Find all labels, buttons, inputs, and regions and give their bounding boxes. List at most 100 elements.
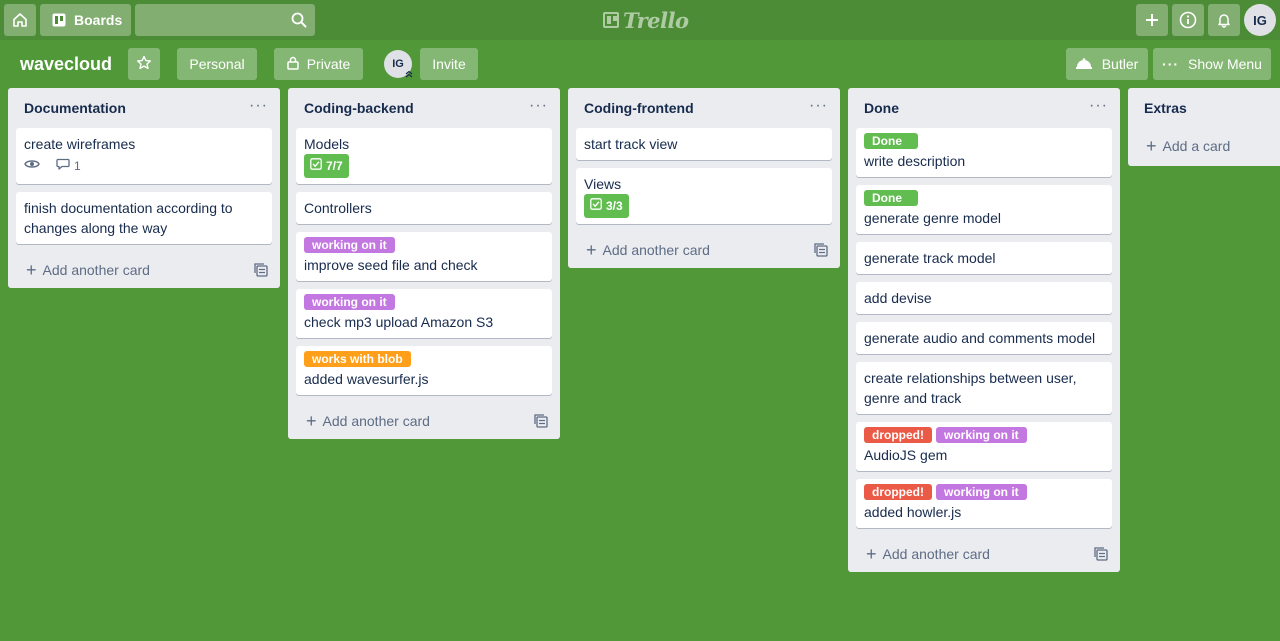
card-label: dropped!	[864, 484, 932, 500]
privacy-button[interactable]: Private	[274, 48, 363, 80]
add-card-label: Add another card	[602, 242, 710, 258]
plus-icon: +	[306, 411, 317, 431]
butler-button[interactable]: Butler	[1066, 48, 1148, 80]
boards-label: Boards	[74, 12, 123, 28]
card[interactable]: Views 3/3	[576, 168, 832, 224]
plus-icon: +	[26, 260, 37, 280]
card-label: works with blob	[304, 351, 411, 367]
comments-badge: 1	[56, 156, 81, 176]
list-title[interactable]: Coding-backend	[304, 100, 414, 116]
list-header[interactable]: Coding-backend ···	[288, 88, 560, 128]
card[interactable]: Models 7/7	[296, 128, 552, 184]
card[interactable]: generate audio and comments model	[856, 322, 1112, 354]
star-board-button[interactable]	[128, 48, 160, 80]
card-label: dropped!	[864, 427, 932, 443]
member-avatar[interactable]: IG	[384, 50, 414, 80]
card[interactable]: works with blob added wavesurfer.js	[296, 346, 552, 395]
trello-logo[interactable]: Trello	[603, 7, 689, 33]
card-template-icon[interactable]	[534, 414, 548, 431]
checkbox-icon	[590, 196, 606, 216]
list-header[interactable]: Documentation ···	[8, 88, 280, 128]
card-title: Views	[584, 176, 622, 192]
card[interactable]: add devise	[856, 282, 1112, 314]
plus-icon: +	[1146, 136, 1157, 156]
card-template-icon[interactable]	[254, 263, 268, 280]
add-card-button[interactable]: + Add another card	[568, 232, 840, 268]
add-card-button[interactable]: + Add another card	[288, 403, 560, 439]
search-input[interactable]	[135, 4, 315, 36]
card[interactable]: dropped! working on it added howler.js	[856, 479, 1112, 528]
card[interactable]: working on it improve seed file and chec…	[296, 232, 552, 281]
card[interactable]: create wireframes 1	[16, 128, 272, 184]
create-button[interactable]	[1136, 4, 1168, 36]
lock-icon	[286, 56, 307, 73]
info-button[interactable]	[1172, 4, 1204, 36]
card[interactable]: Done generate genre model	[856, 185, 1112, 234]
list-menu-icon[interactable]: ···	[249, 98, 268, 114]
list-menu-icon[interactable]: ···	[529, 98, 548, 114]
card-title: create relationships between user, genre…	[864, 370, 1077, 406]
card-title: generate track model	[864, 250, 996, 266]
card[interactable]: start track view	[576, 128, 832, 160]
card-title: add devise	[864, 290, 932, 306]
add-card-button[interactable]: + Add another card	[848, 536, 1120, 572]
comment-icon	[56, 156, 74, 176]
list-extras: Extras + Add a card	[1128, 88, 1280, 166]
checklist-badge: 7/7	[304, 154, 349, 178]
card-title: finish documentation according to change…	[24, 200, 233, 236]
list-title[interactable]: Documentation	[24, 100, 126, 116]
eye-icon	[24, 156, 44, 176]
card-label: Done	[864, 133, 918, 149]
add-card-button[interactable]: + Add another card	[8, 252, 280, 288]
boards-icon	[52, 13, 66, 27]
plus-icon	[1144, 12, 1160, 28]
card-label: working on it	[304, 294, 395, 310]
card-template-icon[interactable]	[1094, 547, 1108, 564]
list-header[interactable]: Done ···	[848, 88, 1120, 128]
card[interactable]: Controllers	[296, 192, 552, 224]
add-card-label: Add another card	[882, 546, 990, 562]
checklist-count: 7/7	[326, 159, 343, 173]
list-menu-icon[interactable]: ···	[1089, 98, 1108, 114]
trello-logo-text: Trello	[623, 7, 689, 33]
list-title[interactable]: Done	[864, 100, 899, 116]
card[interactable]: create relationships between user, genre…	[856, 362, 1112, 414]
list-header[interactable]: Extras	[1128, 88, 1280, 128]
list-coding-frontend: Coding-frontend ··· start track view Vie…	[568, 88, 840, 268]
card[interactable]: working on it check mp3 upload Amazon S3	[296, 289, 552, 338]
add-card-label: Add a card	[1162, 138, 1231, 154]
search-box[interactable]	[135, 4, 315, 36]
card-title: check mp3 upload Amazon S3	[304, 314, 494, 330]
card-template-icon[interactable]	[814, 243, 828, 260]
board-title[interactable]: wavecloud	[12, 48, 120, 80]
home-button[interactable]	[4, 4, 36, 36]
plus-icon: +	[586, 240, 597, 260]
list-menu-icon[interactable]: ···	[809, 98, 828, 114]
info-icon	[1179, 11, 1197, 29]
list-header[interactable]: Coding-frontend ···	[568, 88, 840, 128]
card-label: working on it	[936, 484, 1027, 500]
card[interactable]: Done write description	[856, 128, 1112, 177]
card-label: working on it	[936, 427, 1027, 443]
list-title[interactable]: Coding-frontend	[584, 100, 694, 116]
add-card-button[interactable]: + Add a card	[1128, 128, 1280, 164]
card-title: Models	[304, 136, 350, 152]
list-documentation: Documentation ··· create wireframes 1 fi…	[8, 88, 280, 288]
butler-bell-icon	[1075, 56, 1102, 72]
show-menu-button[interactable]: ··· Show Menu	[1153, 48, 1271, 80]
team-visibility-button[interactable]: Personal	[177, 48, 257, 80]
user-avatar[interactable]: IG	[1244, 4, 1276, 36]
card[interactable]: dropped! working on it AudioJS gem	[856, 422, 1112, 471]
checkbox-icon	[310, 156, 326, 176]
notifications-button[interactable]	[1208, 4, 1240, 36]
admin-chevron-icon	[404, 70, 414, 80]
card[interactable]: finish documentation according to change…	[16, 192, 272, 244]
card-title: improve seed file and check	[304, 257, 478, 273]
card-title: generate audio and comments model	[864, 330, 1096, 346]
plus-icon: +	[866, 544, 877, 564]
invite-button[interactable]: Invite	[420, 48, 478, 80]
top-header: Boards Trello IG	[0, 0, 1280, 40]
card[interactable]: generate track model	[856, 242, 1112, 274]
boards-button[interactable]: Boards	[40, 4, 131, 36]
list-title[interactable]: Extras	[1144, 100, 1187, 116]
